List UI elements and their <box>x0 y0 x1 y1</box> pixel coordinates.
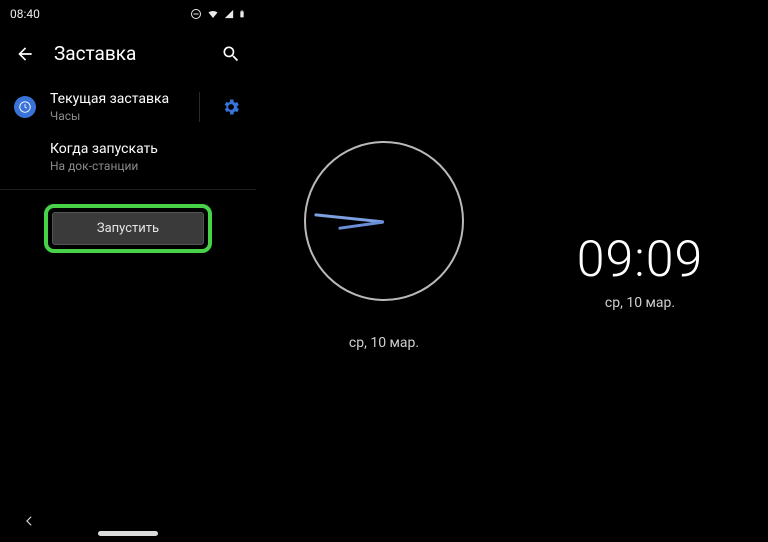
hour-hand <box>338 221 384 230</box>
row-current-screensaver[interactable]: Текущая заставка Часы <box>0 81 256 133</box>
row-when-subtitle: На док-станции <box>50 159 242 173</box>
clock-app-icon <box>14 96 36 118</box>
row-when-to-start[interactable]: Когда запускать На док-станции <box>0 133 256 185</box>
status-icons <box>190 8 246 20</box>
screensaver-analog: ср, 10 мар. <box>256 0 512 542</box>
analog-clock-face <box>304 141 464 301</box>
screensaver-settings-button[interactable] <box>220 96 242 118</box>
wifi-icon <box>206 8 220 20</box>
nav-home-pill[interactable] <box>98 531 158 536</box>
battery-icon <box>238 8 246 20</box>
row-current-subtitle: Часы <box>50 109 185 123</box>
page-title: Заставка <box>54 42 202 65</box>
signal-icon <box>224 8 234 20</box>
divider <box>0 189 256 190</box>
search-icon <box>221 44 241 64</box>
chevron-left-icon <box>22 514 36 528</box>
analog-date: ср, 10 мар. <box>349 335 419 351</box>
settings-panel: 08:40 Заставка Текущая заставка Часы <box>0 0 256 542</box>
row-divider <box>199 92 200 122</box>
dnd-icon <box>190 8 202 20</box>
digital-date: ср, 10 мар. <box>605 295 675 311</box>
row-current-main: Текущая заставка Часы <box>50 91 185 123</box>
nav-back-button[interactable] <box>22 513 36 532</box>
launch-button[interactable]: Запустить <box>52 212 204 245</box>
navigation-bar <box>0 531 256 536</box>
status-bar: 08:40 <box>0 0 256 24</box>
gear-icon <box>221 97 241 117</box>
screensaver-digital: 09:09 ср, 10 мар. <box>512 0 768 542</box>
launch-highlight: Запустить <box>44 204 212 253</box>
status-time: 08:40 <box>10 7 40 21</box>
row-when-main: Когда запускать На док-станции <box>50 141 242 173</box>
row-when-title: Когда запускать <box>50 141 242 157</box>
back-button[interactable] <box>14 43 36 65</box>
header: Заставка <box>0 24 256 81</box>
search-button[interactable] <box>220 43 242 65</box>
row-current-title: Текущая заставка <box>50 91 185 107</box>
arrow-back-icon <box>15 44 35 64</box>
digital-time: 09:09 <box>577 231 703 289</box>
